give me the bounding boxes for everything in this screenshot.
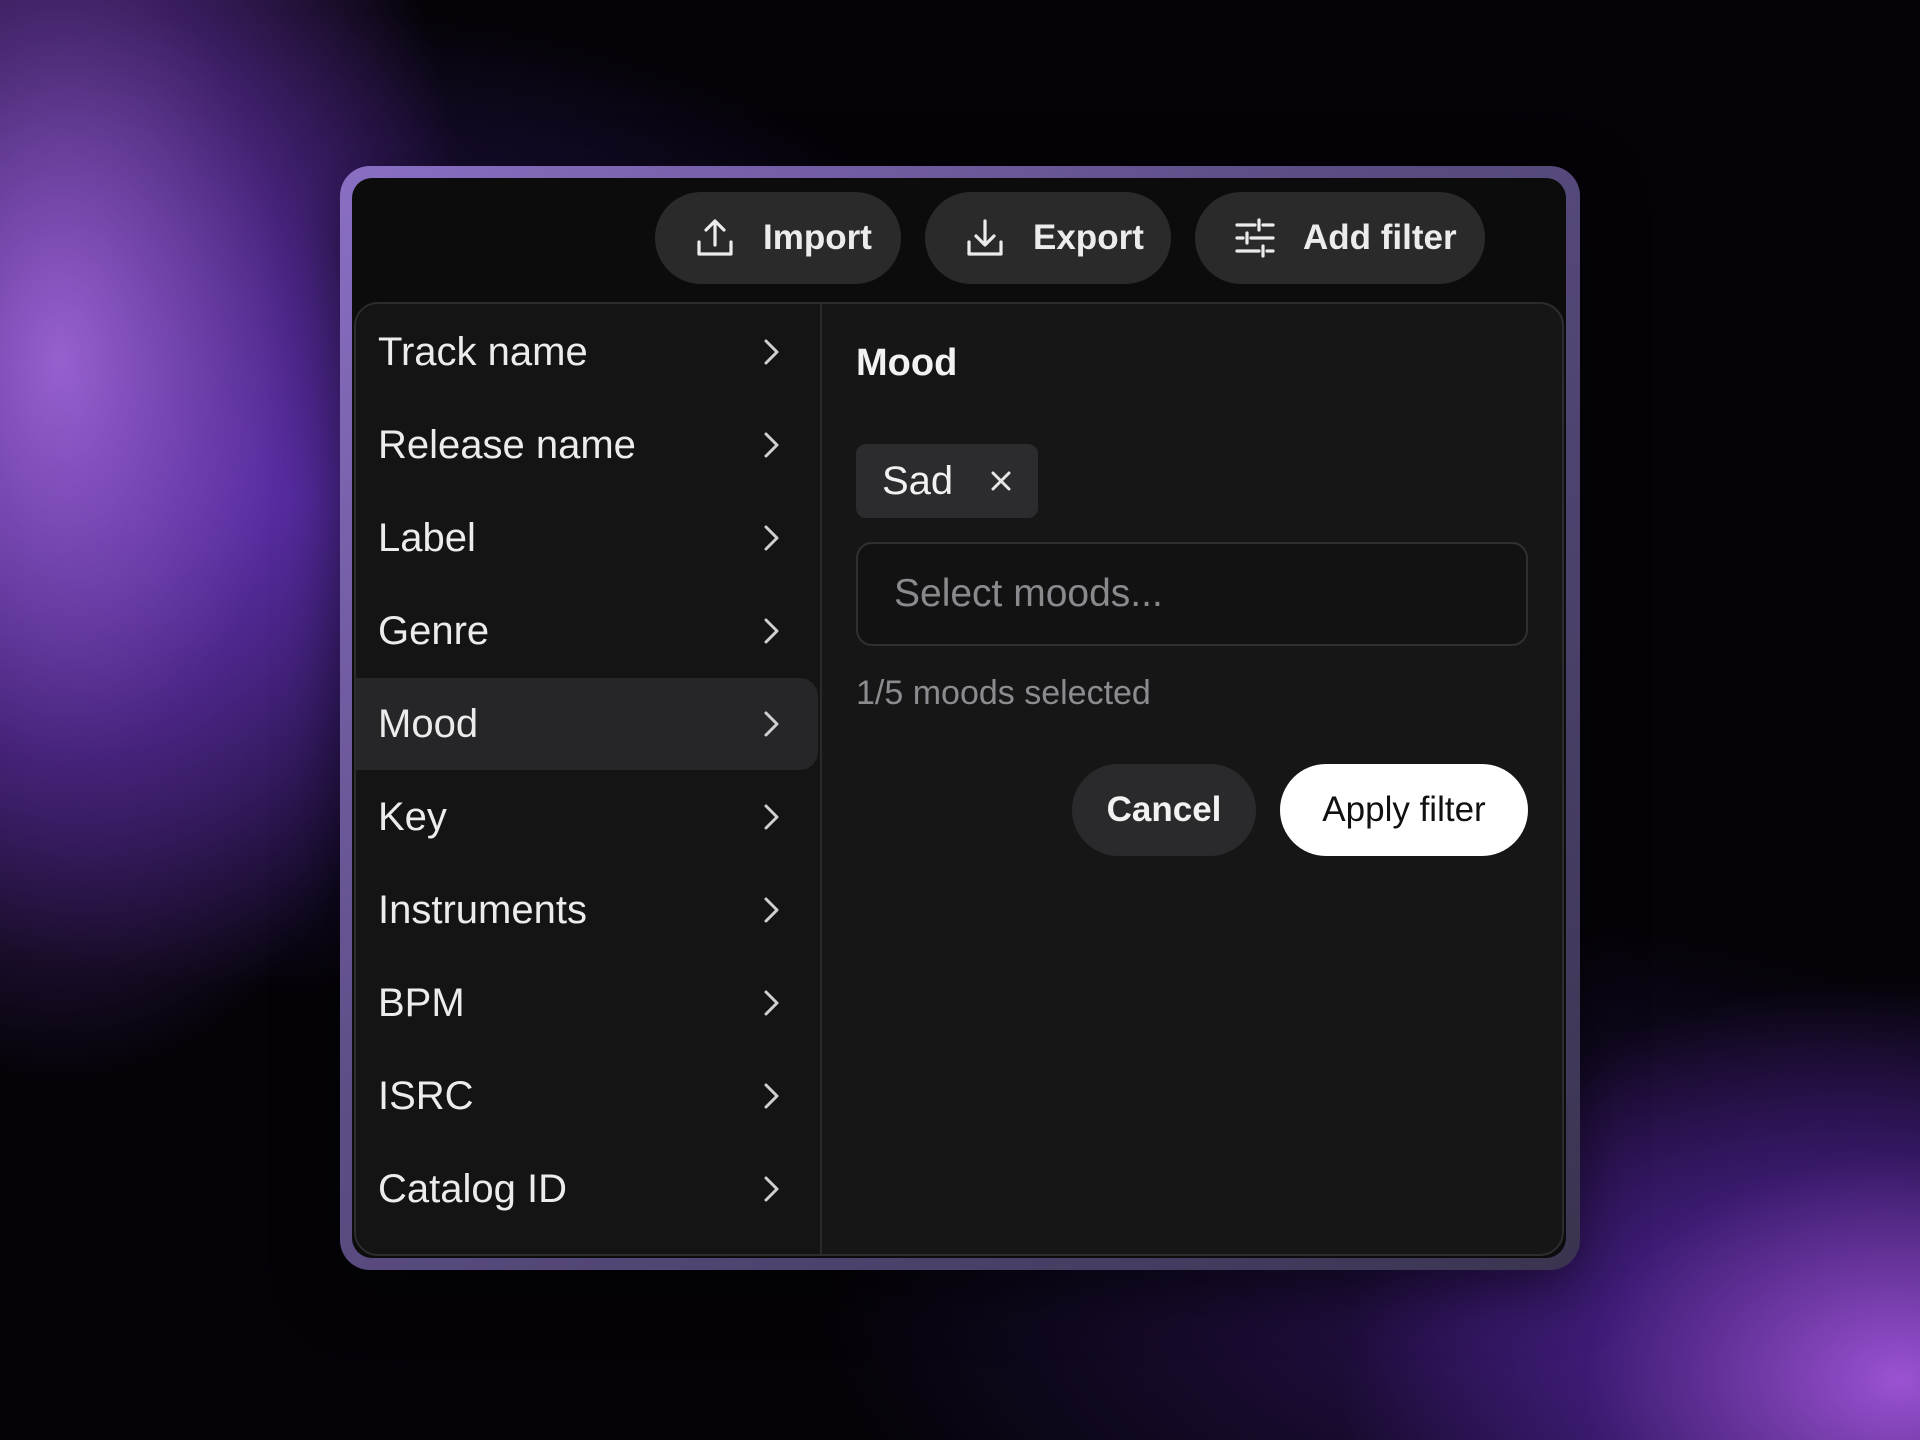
sidebar-item-bpm[interactable]: BPM <box>356 957 818 1049</box>
sidebar-item-label: Catalog ID <box>378 1166 567 1211</box>
selection-count: 1/5 moods selected <box>856 674 1151 712</box>
export-label: Export <box>1033 218 1144 257</box>
chevron-right-icon <box>756 336 786 368</box>
sidebar-item-label: Track name <box>378 329 588 374</box>
sidebar-item-label[interactable]: Label <box>356 492 818 584</box>
sidebar-item-release-name[interactable]: Release name <box>356 399 818 491</box>
chip-label: Sad <box>882 458 954 503</box>
select-placeholder: Select moods... <box>894 572 1163 615</box>
chevron-right-icon <box>756 708 786 740</box>
chevron-right-icon <box>756 1080 786 1112</box>
sidebar-item-genre[interactable]: Genre <box>356 585 818 677</box>
filter-category-list: Track name Release name Label Genre Mood… <box>356 304 822 1254</box>
sidebar-item-catalog-id[interactable]: Catalog ID <box>356 1143 818 1235</box>
sidebar-item-label: Genre <box>378 608 490 653</box>
sliders-icon <box>1233 216 1277 260</box>
chevron-right-icon <box>756 894 786 926</box>
apply-filter-button[interactable]: Apply filter <box>1280 764 1528 856</box>
import-label: Import <box>763 218 872 257</box>
toolbar: Import Export Add filter <box>352 178 1566 302</box>
filter-panel: Track name Release name Label Genre Mood… <box>354 302 1564 1256</box>
sidebar-item-key[interactable]: Key <box>356 771 818 863</box>
sidebar-item-label: BPM <box>378 980 465 1025</box>
close-icon[interactable] <box>986 466 1016 496</box>
filter-title: Mood <box>856 342 958 384</box>
chevron-right-icon <box>756 522 786 554</box>
chevron-right-icon <box>756 1173 786 1205</box>
selected-mood-chip[interactable]: Sad <box>856 444 1038 518</box>
add-filter-button[interactable]: Add filter <box>1195 192 1485 284</box>
chevron-right-icon <box>756 987 786 1019</box>
cancel-button[interactable]: Cancel <box>1072 764 1256 856</box>
add-filter-label: Add filter <box>1303 218 1457 257</box>
sidebar-item-instruments[interactable]: Instruments <box>356 864 818 956</box>
export-button[interactable]: Export <box>925 192 1171 284</box>
upload-icon <box>693 216 737 260</box>
sidebar-item-label: Key <box>378 794 447 839</box>
filter-window: Import Export Add filter Track name Rele… <box>352 178 1566 1258</box>
sidebar-item-label: Label <box>378 515 476 560</box>
sidebar-item-mood[interactable]: Mood <box>356 678 818 770</box>
mood-select-input[interactable]: Select moods... <box>856 542 1528 646</box>
sidebar-item-label: Instruments <box>378 887 587 932</box>
download-icon <box>963 216 1007 260</box>
import-button[interactable]: Import <box>655 192 901 284</box>
sidebar-item-label: Release name <box>378 422 636 467</box>
chevron-right-icon <box>756 615 786 647</box>
filter-detail: Mood Sad Select moods... 1/5 moods selec… <box>820 304 1562 1254</box>
sidebar-item-track-name[interactable]: Track name <box>356 306 818 398</box>
sidebar-item-isrc[interactable]: ISRC <box>356 1050 818 1142</box>
sidebar-item-label: Mood <box>378 701 479 746</box>
chevron-right-icon <box>756 801 786 833</box>
chevron-right-icon <box>756 429 786 461</box>
sidebar-item-label: ISRC <box>378 1073 474 1118</box>
